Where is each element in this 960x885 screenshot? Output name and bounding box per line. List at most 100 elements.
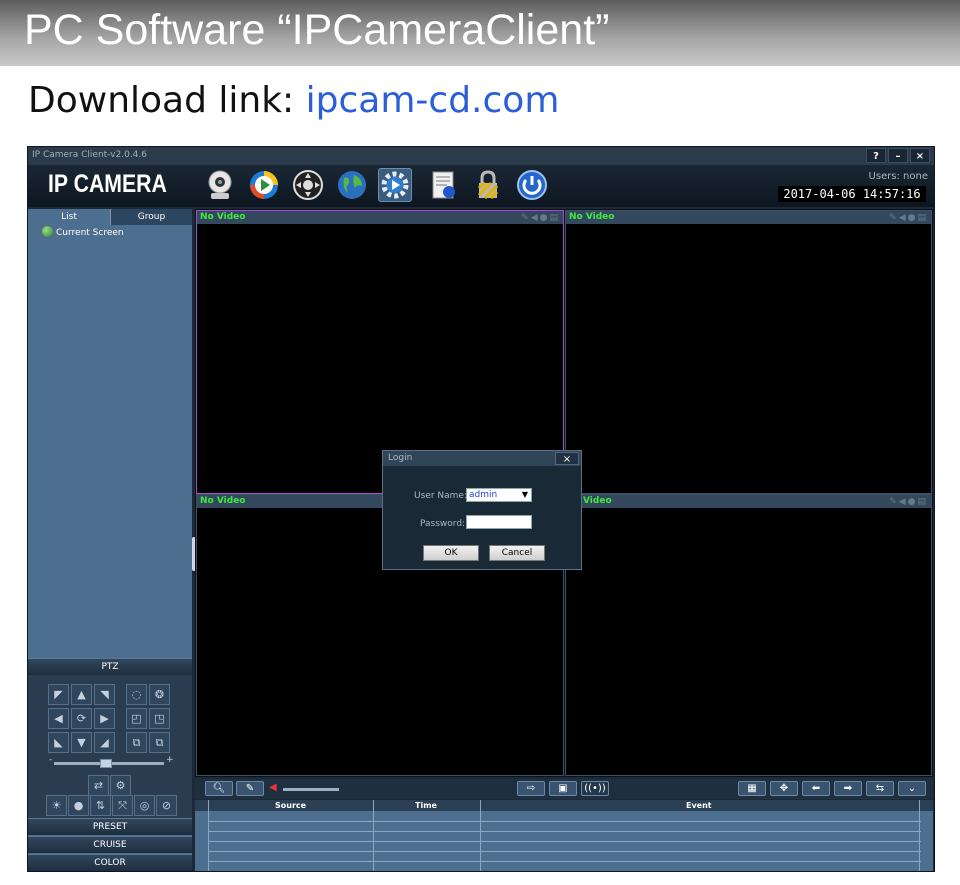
cancel-button[interactable]: Cancel xyxy=(489,545,545,561)
table-row[interactable] xyxy=(209,831,921,832)
speed-slider-knob[interactable] xyxy=(100,759,112,768)
power-icon[interactable] xyxy=(515,168,549,202)
download-label: Download link: xyxy=(28,80,306,121)
next-page-icon[interactable]: ➡ xyxy=(834,781,862,796)
mirror-icon[interactable]: ⤧ xyxy=(112,795,133,816)
no-video-label: Video xyxy=(583,496,612,506)
column-event[interactable]: Event xyxy=(686,800,712,811)
video-cell-2[interactable]: No Video ✎◀●▤ xyxy=(565,210,932,494)
ptz-left-button[interactable]: ◀ xyxy=(48,708,69,729)
flip-icon[interactable]: ⇅ xyxy=(90,795,111,816)
speed-minus: - xyxy=(49,755,53,765)
no-video-label: No Video xyxy=(569,212,615,222)
logo: IP CAMERA xyxy=(48,170,167,198)
cycle-icon[interactable]: ⇆ xyxy=(866,781,894,796)
globe-icon[interactable] xyxy=(335,168,369,202)
lock-icon[interactable] xyxy=(471,168,505,202)
settings-icon xyxy=(381,171,409,199)
ptz-header[interactable]: PTZ xyxy=(28,658,192,675)
speed-plus: + xyxy=(166,755,174,765)
help-button[interactable]: ? xyxy=(866,148,886,163)
ptz-down-button[interactable]: ▼ xyxy=(71,732,92,753)
ptz-panel: ◤ ▲ ◥ ◀ ⟳ ▶ ◣ ▼ ◢ ◌ ❂ ◰ ◳ ⧉ ⧉ - + ⇄ ⚙ ☀ … xyxy=(28,675,192,818)
dialog-title-bar: Login × xyxy=(383,451,581,466)
download-link[interactable]: ipcam-cd.com xyxy=(306,80,560,121)
iris-open-icon[interactable]: ⧉ xyxy=(149,732,170,753)
dialog-title: Login xyxy=(388,453,413,463)
password-label: Password: xyxy=(420,519,466,529)
cruise-header[interactable]: CRUISE xyxy=(28,836,192,853)
tree-item-current-screen[interactable]: Current Screen xyxy=(42,226,124,238)
ptz-up-left-button[interactable]: ◤ xyxy=(48,684,69,705)
zoom-out-icon[interactable]: ◌ xyxy=(126,684,147,705)
cell-header: No Video ✎◀●▤ xyxy=(566,211,931,224)
light-icon[interactable]: ☀ xyxy=(46,795,67,816)
record-icon[interactable]: ⇨ xyxy=(517,781,545,796)
playback-icon[interactable] xyxy=(247,168,281,202)
talk-icon[interactable]: ((•)) xyxy=(581,781,609,796)
swap-icon[interactable]: ⇄ xyxy=(88,775,109,796)
cell-header: Video ✎◀●▤ xyxy=(566,495,931,508)
settings-button[interactable] xyxy=(378,168,412,202)
ok-button[interactable]: OK xyxy=(423,545,479,561)
banner: PC Software “IPCameraClient” xyxy=(0,0,960,66)
table-row[interactable] xyxy=(209,851,921,852)
dialog-close-button[interactable]: × xyxy=(555,452,579,465)
zoom-in-icon[interactable]: ❂ xyxy=(149,684,170,705)
cell-controls-icon: ✎◀●▤ xyxy=(521,213,560,223)
bottom-toolbar: 🔍︎ ✎ ◀ ⇨ ▣ ((•)) ▦ ✥ ⬅ ➡ ⇆ ⌄ xyxy=(195,779,933,799)
close-button[interactable]: × xyxy=(910,148,930,163)
color-header[interactable]: COLOR xyxy=(28,854,192,871)
column-time[interactable]: Time xyxy=(415,800,437,811)
ptz-down-left-button[interactable]: ◣ xyxy=(48,732,69,753)
tab-list[interactable]: List xyxy=(28,209,110,225)
banner-title: PC Software “IPCameraClient” xyxy=(24,6,610,54)
search-icon[interactable]: 🔍︎ xyxy=(205,781,233,796)
tab-group[interactable]: Group xyxy=(110,209,192,225)
sidebar-tabs: List Group xyxy=(28,209,192,225)
preset-header[interactable]: PRESET xyxy=(28,818,192,835)
focus-near-icon[interactable]: ◰ xyxy=(126,708,147,729)
camera-icon[interactable] xyxy=(203,168,237,202)
bulb-icon[interactable]: ● xyxy=(68,795,89,816)
minimize-button[interactable]: – xyxy=(888,148,908,163)
app-window: IP Camera Client-v2.0.4.6 ? – × IP CAMER… xyxy=(27,146,935,872)
gear-icon[interactable]: ⚙ xyxy=(110,775,131,796)
ptz-right-button[interactable]: ▶ xyxy=(94,708,115,729)
datetime-display: 2017-04-06 14:57:16 xyxy=(778,186,926,202)
video-cell-4[interactable]: Video ✎◀●▤ xyxy=(565,494,932,776)
chevron-down-icon[interactable]: ⌄ xyxy=(898,781,926,796)
table-row[interactable] xyxy=(209,841,921,842)
ptz-up-button[interactable]: ▲ xyxy=(71,684,92,705)
users-status: Users: none xyxy=(868,171,929,182)
snapshot-icon[interactable]: ▣ xyxy=(549,781,577,796)
column-source[interactable]: Source xyxy=(275,800,306,811)
prev-page-icon[interactable]: ⬅ xyxy=(802,781,830,796)
volume-slider[interactable] xyxy=(283,788,339,791)
grid-layout-icon[interactable]: ▦ xyxy=(738,781,766,796)
table-row[interactable] xyxy=(209,861,921,862)
volume-icon[interactable]: ◀ xyxy=(269,782,277,793)
title-bar: IP Camera Client-v2.0.4.6 ? – × xyxy=(28,147,934,165)
toolbar-header: IP CAMERA Users: none 2017-04-06 14:57:1… xyxy=(28,165,934,207)
log-icon[interactable] xyxy=(427,168,461,202)
cell-controls-icon: ✎◀●▤ xyxy=(889,213,928,223)
rotate-icon[interactable]: ◎ xyxy=(134,795,155,816)
wrench-icon[interactable]: ✎ xyxy=(236,781,264,796)
ptz-control-icon[interactable] xyxy=(291,168,325,202)
password-field[interactable] xyxy=(466,515,532,529)
focus-far-icon[interactable]: ◳ xyxy=(149,708,170,729)
fullscreen-icon[interactable]: ✥ xyxy=(770,781,798,796)
username-select[interactable]: admin ▼ xyxy=(466,488,532,502)
left-panel: List Group Current Screen PTZ ◤ ▲ ◥ ◀ ⟳ … xyxy=(28,209,192,871)
username-value: admin xyxy=(469,490,498,500)
iris-close-icon[interactable]: ⧉ xyxy=(126,732,147,753)
event-log-table: Source Time Event xyxy=(195,800,933,871)
disable-icon[interactable]: ⊘ xyxy=(156,795,177,816)
table-row[interactable] xyxy=(209,821,921,822)
ptz-up-right-button[interactable]: ◥ xyxy=(94,684,115,705)
ptz-down-right-button[interactable]: ◢ xyxy=(94,732,115,753)
ptz-center-button[interactable]: ⟳ xyxy=(71,708,92,729)
cell-header: No Video ✎◀●▤ xyxy=(197,211,563,224)
download-line: Download link: ipcam-cd.com xyxy=(28,80,559,121)
